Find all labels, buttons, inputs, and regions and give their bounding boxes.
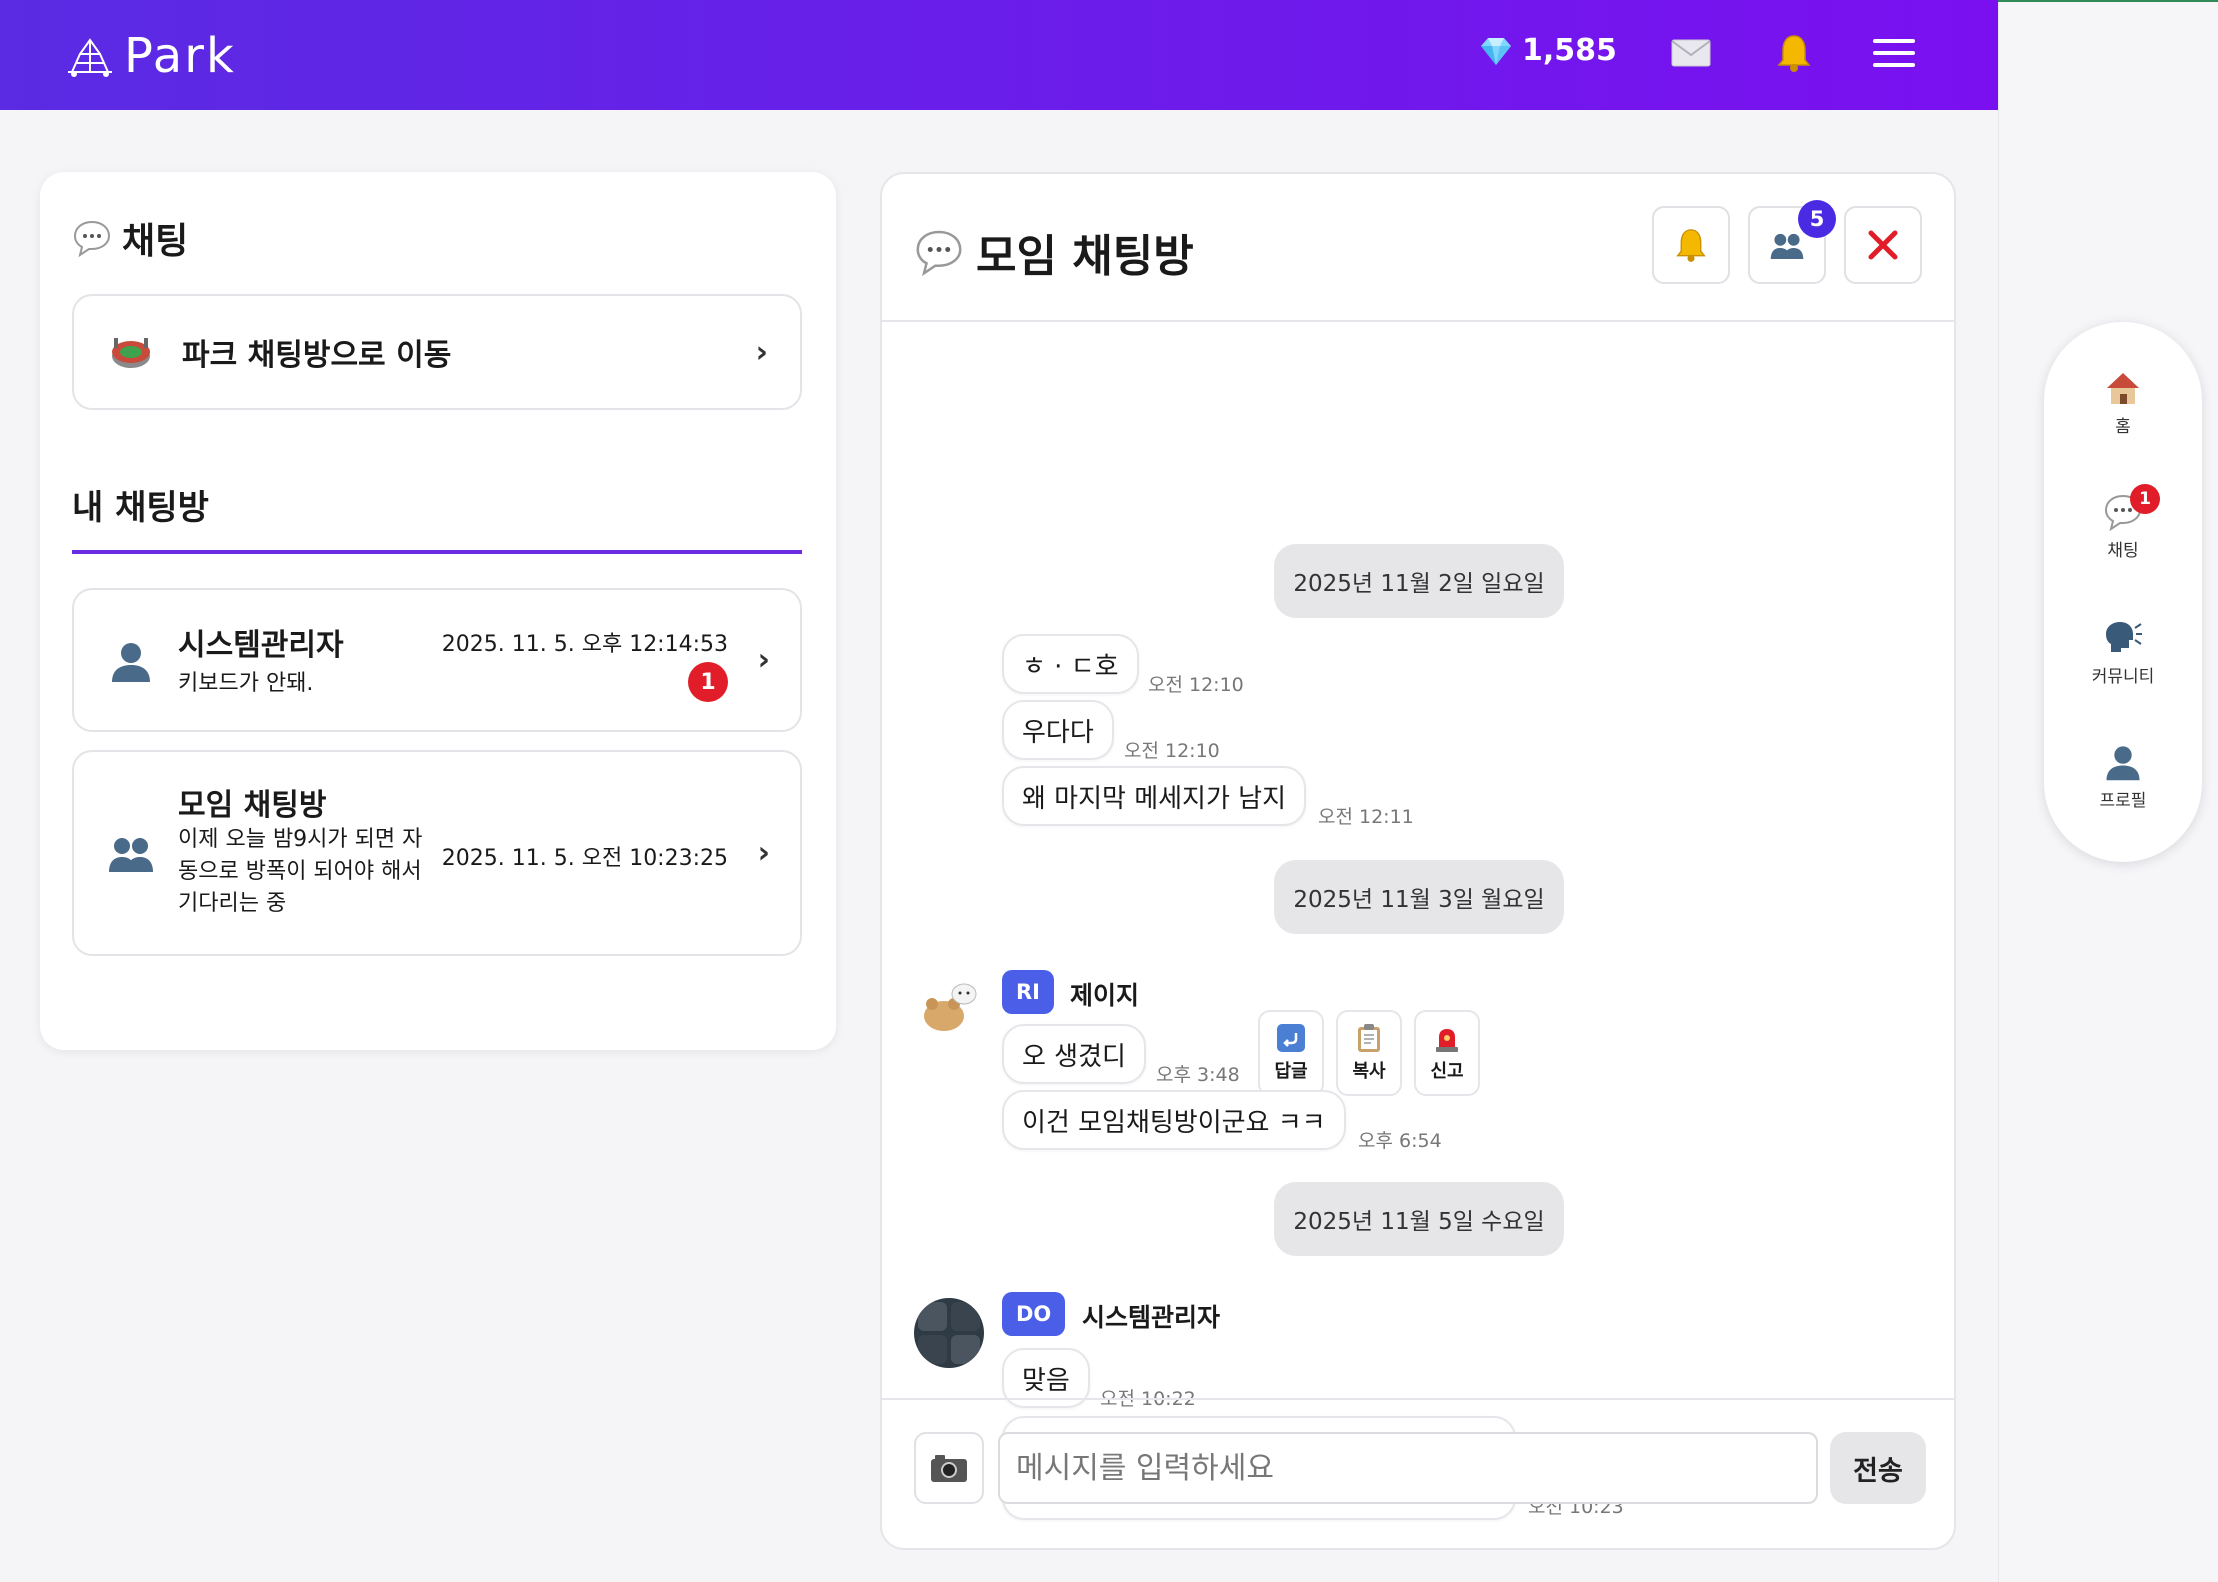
message-time: 오후 6:54	[1358, 1130, 1442, 1152]
person-icon	[2106, 746, 2140, 781]
my-rooms-underline	[72, 550, 802, 554]
top-bar: Park 1,585	[0, 0, 1998, 110]
date-divider: 2025년 11월 2일 일요일	[1274, 544, 1564, 618]
nav-item-chat[interactable]: 채팅 1	[2044, 484, 2202, 561]
bell-icon	[1777, 35, 1811, 72]
park-link-label: 파크 채팅방으로 이동	[182, 338, 452, 373]
avatar[interactable]	[914, 1298, 984, 1368]
room-item-group-chat[interactable]: 모임 채팅방 이제 오늘 밤9시가 되면 자동으로 방폭이 되어야 해서 기다리…	[72, 750, 802, 956]
message-list[interactable]: 2025년 11월 2일 일요일 ㅎ · ㄷ호 오전 12:10 우다다 오전 …	[882, 322, 1954, 1520]
park-chat-link[interactable]: 파크 채팅방으로 이동 ›	[72, 294, 802, 410]
sender-name: 시스템관리자	[1082, 1303, 1221, 1332]
message-bubble[interactable]: 왜 마지막 메세지가 남지	[1002, 766, 1306, 826]
bear-avatar-icon	[924, 983, 977, 1031]
sender-name: 제이지	[1070, 981, 1140, 1010]
message-bubble[interactable]: 우다다	[1002, 700, 1114, 760]
chat-list-panel: 채팅 파크 채팅방으로 이동 › 내 채팅방 시스템관리자 키보드가 안돼. 2…	[40, 172, 836, 1050]
house-icon	[2107, 373, 2139, 404]
chat-room-panel: 모임 채팅방 5 2025년 11월 2일 일요일 ㅎ · ㄷ호 오전 12:1…	[880, 172, 1956, 1550]
notification-button[interactable]	[1768, 30, 1820, 76]
gem-balance[interactable]: 1,585	[1480, 33, 1617, 68]
my-rooms-title: 내 채팅방	[72, 488, 209, 528]
chevron-right-icon: ›	[755, 334, 768, 370]
close-icon	[1868, 230, 1898, 260]
sender-tag: RI	[1002, 970, 1054, 1014]
copy-label: 복사	[1352, 1061, 1386, 1082]
unread-badge: 1	[688, 662, 728, 702]
sender-tag: DO	[1002, 1292, 1066, 1336]
message-bubble[interactable]: 이건 모임채팅방이군요 ㅋㅋ	[1002, 1090, 1346, 1150]
mail-button[interactable]	[1665, 30, 1717, 76]
message-bubble[interactable]: 오 생겼디	[1002, 1024, 1146, 1084]
people-icon	[109, 838, 153, 872]
send-button[interactable]: 전송	[1830, 1432, 1926, 1504]
chat-title: 모임 채팅방	[914, 220, 1194, 284]
logo-text: Park	[124, 28, 236, 84]
siren-icon	[1436, 1029, 1458, 1052]
gem-count: 1,585	[1522, 33, 1617, 68]
side-navigation: 홈 채팅 1 커뮤니티 프로필	[2044, 322, 2202, 862]
clipboard-icon	[1358, 1024, 1380, 1052]
message-time: 오전 12:10	[1124, 740, 1220, 762]
nav-item-home[interactable]: 홈	[2044, 368, 2202, 437]
hamburger-icon	[1873, 39, 1915, 67]
message-bubble[interactable]: ㅎ · ㄷ호	[1002, 634, 1139, 694]
chevron-right-icon: ›	[757, 642, 770, 678]
report-button[interactable]: 신고	[1414, 1010, 1480, 1096]
nav-label: 홈	[2115, 417, 2131, 437]
close-button[interactable]	[1844, 206, 1922, 284]
speech-bubble-icon	[73, 220, 111, 258]
room-name: 시스템관리자	[178, 628, 344, 663]
nav-label: 프로필	[2099, 791, 2147, 811]
room-time: 2025. 11. 5. 오후 12:14:53	[441, 632, 728, 657]
nav-item-profile[interactable]: 프로필	[2044, 742, 2202, 811]
people-icon	[1770, 233, 1804, 260]
message-input[interactable]	[998, 1432, 1818, 1504]
chevron-right-icon: ›	[757, 835, 770, 871]
report-label: 신고	[1430, 1061, 1464, 1082]
message-composer: 전송	[882, 1398, 1954, 1548]
reply-icon	[1277, 1024, 1305, 1052]
speaking-head-icon	[2106, 622, 2142, 652]
chat-badge: 1	[2130, 484, 2160, 514]
chat-notification-button[interactable]	[1652, 206, 1730, 284]
panel-title-text: 채팅	[122, 221, 189, 262]
diamond-icon	[1481, 37, 1511, 65]
room-preview: 키보드가 안돼.	[178, 671, 314, 696]
room-item-system-admin[interactable]: 시스템관리자 키보드가 안돼. 2025. 11. 5. 오후 12:14:53…	[72, 588, 802, 732]
copy-button[interactable]: 복사	[1336, 1010, 1402, 1096]
room-name: 모임 채팅방	[178, 788, 327, 823]
nav-label: 커뮤니티	[2091, 667, 2155, 687]
nav-label: 채팅	[2107, 541, 2139, 561]
logo[interactable]: Park	[62, 28, 236, 84]
panel-title: 채팅	[72, 212, 188, 264]
menu-button[interactable]	[1868, 30, 1920, 76]
members-count-badge: 5	[1798, 200, 1836, 238]
reply-button[interactable]: 답글	[1258, 1010, 1324, 1096]
camera-icon	[931, 1455, 967, 1482]
room-time: 2025. 11. 5. 오전 10:23:25	[441, 846, 728, 871]
reply-label: 답글	[1274, 1061, 1308, 1082]
stadium-icon	[112, 338, 150, 368]
avatar[interactable]	[914, 968, 984, 1038]
person-icon	[112, 643, 150, 682]
chat-header: 모임 채팅방 5	[882, 174, 1954, 322]
envelope-icon	[1671, 39, 1711, 67]
park-logo-icon	[68, 38, 112, 77]
bell-icon	[1676, 229, 1706, 262]
message-time: 오전 12:10	[1148, 674, 1244, 696]
attach-photo-button[interactable]	[914, 1432, 984, 1504]
chat-title-text: 모임 채팅방	[976, 231, 1194, 282]
keyboard-avatar-icon	[918, 1302, 980, 1364]
message-time: 오후 3:48	[1156, 1064, 1240, 1086]
date-divider: 2025년 11월 5일 수요일	[1274, 1182, 1564, 1256]
message-time: 오전 12:11	[1318, 806, 1414, 828]
nav-item-community[interactable]: 커뮤니티	[2044, 618, 2202, 687]
speech-bubble-icon	[916, 230, 962, 277]
top-divider	[1998, 0, 2218, 2]
date-divider: 2025년 11월 3일 월요일	[1274, 860, 1564, 934]
room-preview: 이제 오늘 밤9시가 되면 자동으로 방폭이 되어야 해서 기다리는 중	[178, 827, 423, 916]
